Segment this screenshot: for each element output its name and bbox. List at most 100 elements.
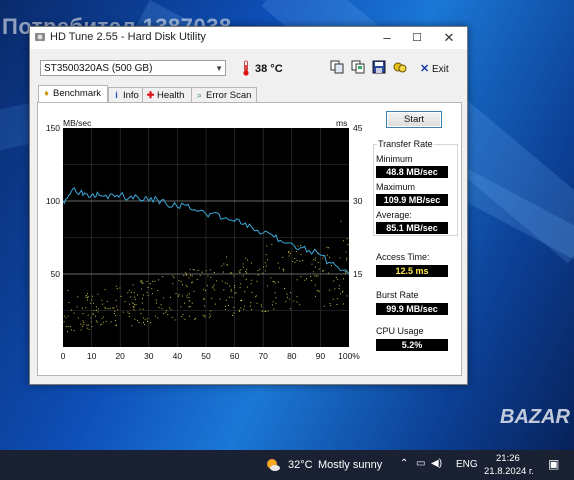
access-time-point	[338, 285, 340, 287]
title-bar[interactable]: HD Tune 2.55 - Hard Disk Utility – ☐ ✕	[30, 27, 467, 49]
access-time-point	[344, 272, 346, 274]
access-time-point	[189, 300, 191, 302]
access-time-point	[204, 305, 206, 307]
access-time-point	[162, 276, 164, 278]
access-time-point	[256, 302, 258, 304]
access-time-point	[346, 295, 348, 297]
access-time-point	[186, 274, 188, 276]
chevron-up-icon[interactable]: ⌃	[400, 458, 408, 469]
access-time-point	[114, 310, 116, 312]
access-time-point	[180, 280, 182, 282]
drive-select[interactable]: ST3500320AS (500 GB) ▼	[40, 60, 226, 76]
access-time-point	[274, 282, 276, 284]
access-time-point	[322, 269, 324, 271]
access-time-point	[242, 263, 244, 265]
access-time-point	[212, 287, 214, 289]
weather-description[interactable]: Mostly sunny	[318, 459, 382, 471]
tab-error-scan[interactable]: ⌕ Error Scan	[191, 87, 257, 103]
access-time-point	[231, 296, 233, 298]
start-button[interactable]: Start	[386, 111, 442, 128]
access-time-point	[129, 303, 131, 305]
access-time-point	[138, 322, 140, 324]
notification-icon[interactable]: ▣	[548, 457, 559, 471]
access-time-point	[101, 323, 103, 325]
access-time-point	[63, 321, 65, 323]
options-icon[interactable]	[393, 60, 407, 74]
access-time-point	[170, 296, 172, 298]
access-time-point	[263, 266, 265, 268]
access-time-point	[271, 243, 273, 245]
access-time-point	[266, 285, 268, 287]
volume-icon[interactable]: ◀)	[431, 458, 442, 469]
access-time-point	[342, 278, 344, 280]
language-indicator[interactable]: ENG	[456, 459, 478, 470]
access-time-point	[311, 263, 313, 265]
tab-benchmark[interactable]: ♦ Benchmark	[38, 85, 108, 103]
access-time-point	[234, 287, 236, 289]
average-value: 85.1 MB/sec	[376, 222, 448, 234]
weather-temperature[interactable]: 32°C	[288, 459, 313, 471]
access-time-point	[286, 296, 288, 298]
access-time-point	[196, 278, 198, 280]
access-time-point	[346, 259, 348, 261]
access-time-point	[225, 305, 227, 307]
access-time-point	[331, 265, 333, 267]
access-time-point	[221, 265, 223, 267]
access-time-point	[214, 303, 216, 305]
access-time-point	[86, 299, 88, 301]
access-time-point	[329, 256, 331, 258]
close-button[interactable]: ✕	[434, 27, 464, 49]
access-time-point	[193, 290, 195, 292]
access-time-point	[299, 303, 301, 305]
copy-screenshot-icon[interactable]	[351, 60, 365, 74]
access-time-point	[188, 296, 190, 298]
access-time-point	[127, 292, 129, 294]
access-time-point	[63, 315, 65, 317]
access-time-point	[334, 288, 336, 290]
minimize-button[interactable]: –	[372, 27, 402, 49]
access-time-point	[315, 275, 317, 277]
maximize-button[interactable]: ☐	[402, 27, 432, 49]
access-time-point	[335, 276, 337, 278]
access-time-point	[91, 295, 93, 297]
access-time-point	[185, 284, 187, 286]
access-time-point	[128, 312, 130, 314]
copy-info-icon[interactable]	[330, 60, 344, 74]
exit-button[interactable]: ✕ Exit	[420, 62, 449, 75]
save-icon[interactable]	[372, 60, 386, 74]
access-time-point	[250, 302, 252, 304]
access-time-point	[296, 279, 298, 281]
clock-time[interactable]: 21:26	[496, 453, 520, 464]
access-time-point	[178, 294, 180, 296]
access-time-point	[101, 299, 103, 301]
weather-sun-icon[interactable]	[265, 457, 281, 473]
access-time-point	[199, 274, 201, 276]
access-time-point	[225, 299, 227, 301]
access-time-point	[109, 307, 111, 309]
info-icon: i	[115, 90, 118, 100]
access-time-point	[191, 302, 193, 304]
x-tick-label: 40	[173, 351, 183, 361]
access-time-point	[294, 257, 296, 259]
y-left-axis-label: MB/sec	[63, 118, 92, 128]
access-time-point	[296, 301, 298, 303]
access-time-point	[186, 286, 188, 288]
access-time-point	[204, 316, 206, 318]
access-time-point	[246, 286, 248, 288]
access-time-point	[106, 300, 108, 302]
exit-icon: ✕	[420, 63, 430, 75]
access-time-point	[225, 309, 227, 311]
access-time-point	[90, 317, 92, 319]
network-icon[interactable]: ▭	[416, 458, 425, 469]
access-time-point	[201, 271, 203, 273]
access-time-point	[142, 294, 144, 296]
access-time-point	[142, 282, 144, 284]
tab-health[interactable]: ✚ Health	[142, 87, 195, 103]
access-time-point	[97, 311, 99, 313]
access-time-point	[327, 272, 329, 274]
access-time-point	[77, 317, 79, 319]
access-time-point	[139, 308, 141, 310]
access-time-point	[277, 262, 279, 264]
access-time-point	[286, 293, 288, 295]
clock-date[interactable]: 21.8.2024 г.	[484, 466, 534, 477]
